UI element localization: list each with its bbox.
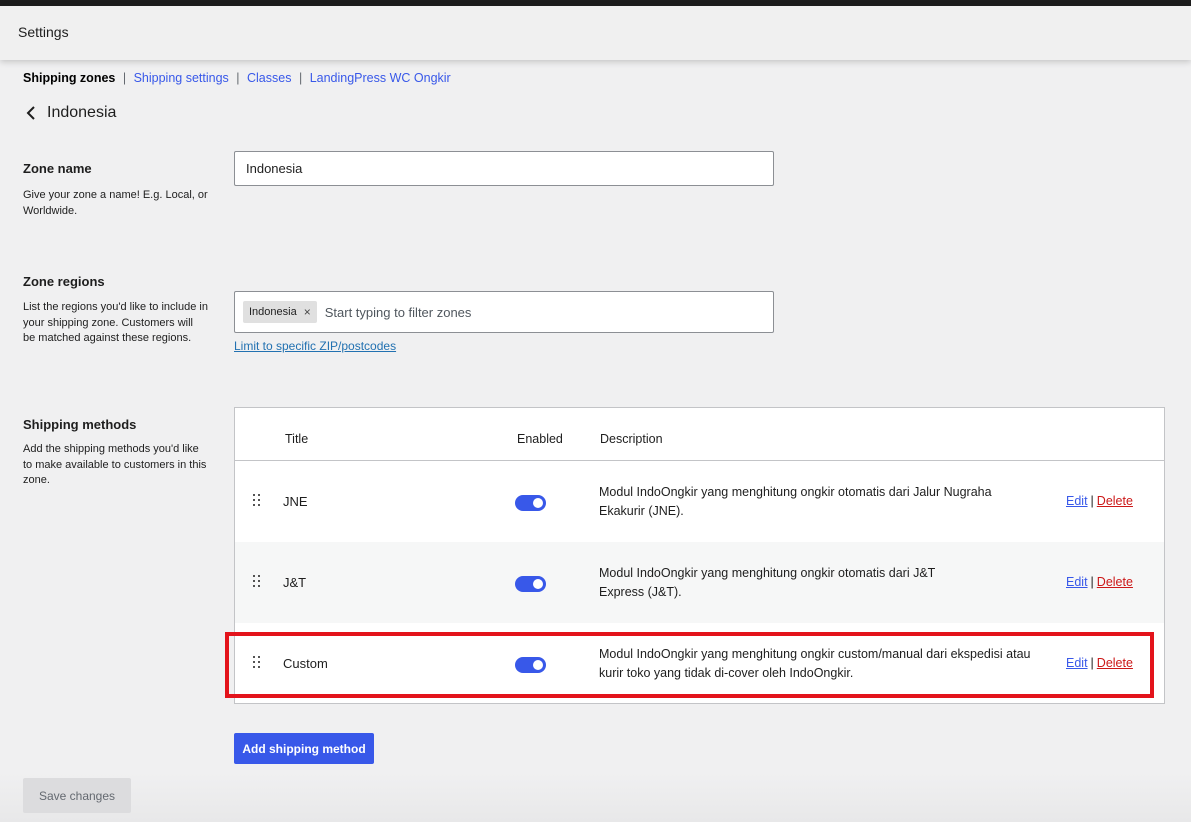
limit-zip-link[interactable]: Limit to specific ZIP/postcodes bbox=[234, 339, 396, 353]
enabled-toggle[interactable] bbox=[515, 576, 546, 592]
column-title: Title bbox=[285, 432, 309, 446]
delete-link[interactable]: Delete bbox=[1097, 656, 1133, 670]
page-title: Settings bbox=[18, 24, 69, 40]
method-description: Modul IndoOngkir yang menghitung ongkir … bbox=[599, 485, 992, 518]
row-actions: Edit | Delete bbox=[1066, 575, 1133, 589]
column-enabled: Enabled bbox=[517, 432, 563, 446]
column-description: Description bbox=[600, 432, 663, 446]
method-title: JNE bbox=[283, 494, 308, 509]
subnav-shipping-settings[interactable]: Shipping settings bbox=[134, 71, 229, 85]
region-chip: Indonesia × bbox=[243, 301, 317, 323]
region-chip-label: Indonesia bbox=[249, 306, 297, 318]
shipping-methods-label: Shipping methods bbox=[23, 417, 137, 432]
table-row-jne: JNE Modul IndoOngkir yang menghitung ong… bbox=[235, 461, 1164, 542]
zone-name-label: Zone name bbox=[23, 161, 92, 176]
method-description: Modul IndoOngkir yang menghitung ongkir … bbox=[599, 566, 936, 599]
chevron-left-icon[interactable] bbox=[25, 104, 37, 122]
shipping-methods-table: Title Enabled Description JNE Modul Indo… bbox=[234, 407, 1165, 704]
subnav-classes[interactable]: Classes bbox=[247, 71, 291, 85]
edit-link[interactable]: Edit bbox=[1066, 575, 1088, 589]
zone-regions-help: List the regions you'd like to include i… bbox=[23, 301, 208, 344]
row-actions: Edit | Delete bbox=[1066, 656, 1133, 670]
regions-filter-input[interactable] bbox=[324, 304, 725, 320]
delete-link[interactable]: Delete bbox=[1097, 494, 1133, 508]
add-shipping-method-button[interactable]: Add shipping method bbox=[234, 733, 374, 764]
enabled-toggle[interactable] bbox=[515, 495, 546, 511]
table-row-jt: J&T Modul IndoOngkir yang menghitung ong… bbox=[235, 542, 1164, 623]
edit-link[interactable]: Edit bbox=[1066, 656, 1088, 670]
drag-handle-icon[interactable] bbox=[252, 494, 262, 508]
remove-chip-icon[interactable]: × bbox=[304, 306, 311, 318]
enabled-toggle[interactable] bbox=[515, 657, 546, 673]
method-title: Custom bbox=[283, 656, 328, 671]
delete-link[interactable]: Delete bbox=[1097, 575, 1133, 589]
zone-regions-label: Zone regions bbox=[23, 274, 105, 289]
table-header: Title Enabled Description bbox=[235, 408, 1164, 461]
subnav-shipping-zones[interactable]: Shipping zones bbox=[23, 71, 115, 85]
method-description: Modul IndoOngkir yang menghitung ongkir … bbox=[599, 647, 1031, 680]
table-row-custom: Custom Modul IndoOngkir yang menghitung … bbox=[235, 623, 1164, 704]
zone-breadcrumb: Indonesia bbox=[25, 104, 116, 122]
drag-handle-icon[interactable] bbox=[252, 575, 262, 589]
zone-title: Indonesia bbox=[47, 104, 117, 121]
zone-name-input[interactable] bbox=[234, 151, 774, 186]
subnav-landingpress-wc-ongkir[interactable]: LandingPress WC Ongkir bbox=[310, 71, 451, 85]
shipping-methods-help: Add the shipping methods you'd like to m… bbox=[23, 443, 207, 486]
save-changes-button[interactable]: Save changes bbox=[23, 778, 131, 813]
drag-handle-icon[interactable] bbox=[252, 656, 262, 670]
method-title: J&T bbox=[283, 575, 307, 590]
row-actions: Edit | Delete bbox=[1066, 494, 1133, 508]
edit-link[interactable]: Edit bbox=[1066, 494, 1088, 508]
settings-header: Settings bbox=[0, 6, 1191, 60]
footer-bar bbox=[0, 772, 1191, 822]
zone-regions-field[interactable]: Indonesia × bbox=[234, 291, 774, 333]
shipping-subnav: Shipping zones | Shipping settings | Cla… bbox=[23, 71, 451, 85]
zone-name-help: Give your zone a name! E.g. Local, or Wo… bbox=[23, 189, 208, 217]
